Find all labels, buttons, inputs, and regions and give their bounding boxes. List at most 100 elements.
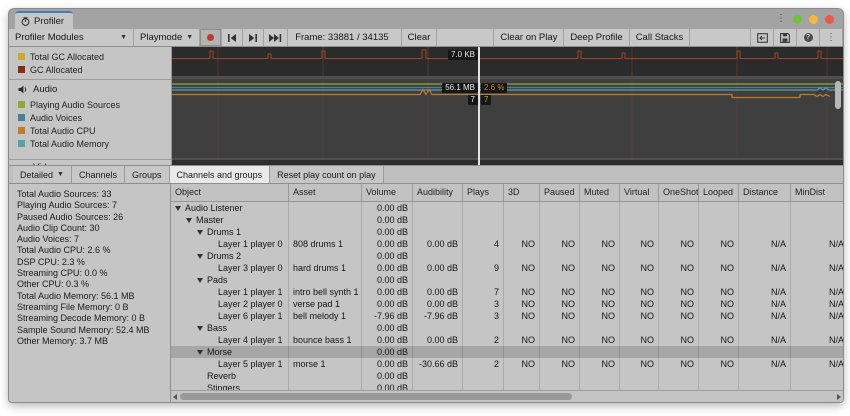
tab-channels-and-groups[interactable]: Channels and groups [170, 166, 271, 183]
cell-distance [739, 370, 791, 382]
cell-object[interactable]: Drums 2 [171, 250, 289, 262]
foldout-arrow-icon[interactable] [197, 350, 207, 355]
cell-object[interactable]: Layer 1 player 0 [171, 238, 289, 250]
legend-item[interactable]: Total Audio Memory [9, 137, 171, 150]
clear-on-play-toggle[interactable]: Clear on Play [493, 29, 564, 46]
previous-frame-button[interactable] [222, 29, 243, 46]
foldout-arrow-icon[interactable] [186, 218, 196, 223]
traffic-light-red[interactable] [825, 15, 834, 24]
column-header-volume[interactable]: Volume [362, 184, 413, 201]
cell-asset: hard drums 1 [289, 262, 362, 274]
detailed-view-dropdown[interactable]: Detailed ▼ [13, 166, 72, 183]
horizontal-scrollbar[interactable] [171, 390, 843, 402]
table-row[interactable]: Layer 2 player 0verse pad 10.00 dB0.00 d… [171, 298, 843, 310]
cell-object[interactable]: Bass [171, 322, 289, 334]
video-module-header[interactable]: Video [9, 160, 57, 165]
column-header-distance[interactable]: Distance [739, 184, 791, 201]
help-button[interactable]: ? [797, 29, 820, 46]
current-frame-button[interactable] [264, 29, 288, 46]
table-row[interactable]: Stingers0.00 dB [171, 382, 843, 390]
column-header-object[interactable]: Object [171, 184, 289, 201]
legend-item[interactable]: Playing Audio Sources [9, 98, 171, 111]
cell-object[interactable]: Layer 4 player 1 [171, 334, 289, 346]
column-header-looped[interactable]: Looped [699, 184, 739, 201]
titlebar-menu-icon[interactable]: ⋮ [776, 14, 786, 24]
toolbar-kebab-menu[interactable]: ⋮ [820, 29, 843, 46]
cell-object[interactable]: Pads [171, 274, 289, 286]
cell-object[interactable]: Drums 1 [171, 226, 289, 238]
traffic-light-yellow[interactable] [809, 15, 818, 24]
stat-line: Total Audio Sources: 33 [17, 189, 170, 200]
chart-plot-area[interactable]: 7.0 KB 56.1 MB 2.6 % 7 7 [172, 47, 843, 165]
table-row[interactable]: Morse0.00 dB [171, 346, 843, 358]
column-header-audibility[interactable]: Audibility [413, 184, 463, 201]
playmode-dropdown[interactable]: Playmode ▼ [134, 29, 200, 46]
foldout-arrow-icon[interactable] [197, 230, 207, 235]
save-profile-button[interactable] [774, 29, 797, 46]
table-row[interactable]: Layer 6 player 1bell melody 1-7.96 dB-7.… [171, 310, 843, 322]
chart-vertical-scrollbar[interactable] [835, 81, 841, 109]
table-row[interactable]: Layer 3 player 0hard drums 10.00 dB0.00 … [171, 262, 843, 274]
legend-item[interactable]: Total Audio CPU [9, 124, 171, 137]
table-row[interactable]: Layer 1 player 0808 drums 10.00 dB0.00 d… [171, 238, 843, 250]
foldout-arrow-icon[interactable] [197, 326, 207, 331]
object-label: Layer 1 player 0 [218, 239, 283, 249]
title-bar[interactable]: Profiler ⋮ [9, 9, 843, 29]
table-row[interactable]: Drums 20.00 dB [171, 250, 843, 262]
audio-module-header[interactable]: Audio [9, 80, 171, 98]
table-row[interactable]: Audio Listener0.00 dB [171, 202, 843, 214]
column-header-plays[interactable]: Plays [463, 184, 504, 201]
column-header-is3d[interactable]: 3D [504, 184, 540, 201]
chart-playhead[interactable] [478, 47, 480, 165]
clear-button[interactable]: Clear [402, 29, 438, 46]
foldout-arrow-icon[interactable] [197, 254, 207, 259]
cell-paused [540, 322, 580, 334]
cell-object[interactable]: Layer 2 player 0 [171, 298, 289, 310]
traffic-light-green[interactable] [793, 15, 802, 24]
table-row[interactable]: Layer 4 player 1bounce bass 10.00 dB0.00… [171, 334, 843, 346]
legend-item[interactable]: Total GC Allocated [9, 50, 171, 63]
cell-object[interactable]: Reverb [171, 370, 289, 382]
foldout-arrow-icon[interactable] [197, 278, 207, 283]
scroll-right-arrow-icon[interactable] [837, 394, 841, 400]
reset-play-count-toggle[interactable]: Reset play count on play [270, 166, 384, 183]
tab-channels[interactable]: Channels [72, 166, 125, 183]
column-header-muted[interactable]: Muted [580, 184, 620, 201]
object-label: Reverb [207, 371, 236, 381]
profiler-modules-dropdown[interactable]: Profiler Modules ▼ [9, 29, 134, 46]
cell-object[interactable]: Morse [171, 346, 289, 358]
table-row[interactable]: Drums 10.00 dB [171, 226, 843, 238]
load-profile-button[interactable] [750, 29, 774, 46]
table-row[interactable]: Reverb0.00 dB [171, 370, 843, 382]
tab-groups[interactable]: Groups [125, 166, 170, 183]
legend-item[interactable]: GC Allocated [9, 63, 171, 76]
skip-to-last-icon [269, 34, 282, 42]
table-row[interactable]: Master0.00 dB [171, 214, 843, 226]
cell-object[interactable]: Layer 3 player 0 [171, 262, 289, 274]
cell-volume: 0.00 dB [362, 298, 413, 310]
column-header-asset[interactable]: Asset [289, 184, 362, 201]
scroll-left-arrow-icon[interactable] [173, 394, 177, 400]
table-row[interactable]: Pads0.00 dB [171, 274, 843, 286]
table-row[interactable]: Layer 1 player 1intro bell synth 10.00 d… [171, 286, 843, 298]
column-header-virtual[interactable]: Virtual [620, 184, 659, 201]
table-row[interactable]: Bass0.00 dB [171, 322, 843, 334]
table-row[interactable]: Layer 5 player 1morse 10.00 dB-30.66 dB2… [171, 358, 843, 370]
next-frame-button[interactable] [243, 29, 264, 46]
cell-object[interactable]: Layer 1 player 1 [171, 286, 289, 298]
cell-object[interactable]: Layer 5 player 1 [171, 358, 289, 370]
column-header-oneshot[interactable]: OneShot [659, 184, 699, 201]
deep-profile-toggle[interactable]: Deep Profile [564, 29, 629, 46]
column-header-paused[interactable]: Paused [540, 184, 580, 201]
cell-object[interactable]: Master [171, 214, 289, 226]
call-stacks-dropdown[interactable]: Call Stacks [630, 29, 691, 46]
column-header-mindist[interactable]: MinDist [791, 184, 843, 201]
cell-object[interactable]: Layer 6 player 1 [171, 310, 289, 322]
scrollbar-thumb[interactable] [180, 393, 572, 400]
foldout-arrow-icon[interactable] [175, 206, 185, 211]
cell-object[interactable]: Stingers [171, 382, 289, 390]
record-button[interactable] [200, 29, 222, 46]
legend-item[interactable]: Audio Voices [9, 111, 171, 124]
profiler-window-tab[interactable]: Profiler [15, 11, 73, 29]
cell-object[interactable]: Audio Listener [171, 202, 289, 214]
